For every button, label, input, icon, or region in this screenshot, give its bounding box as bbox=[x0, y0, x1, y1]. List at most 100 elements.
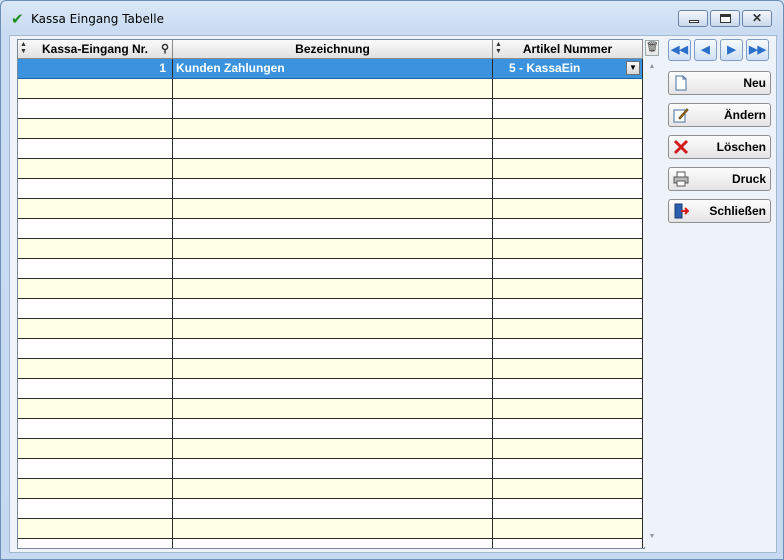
empty-cell[interactable] bbox=[493, 359, 643, 378]
dropdown-button[interactable]: ▼ bbox=[626, 61, 640, 75]
empty-cell[interactable] bbox=[173, 459, 493, 478]
empty-cell[interactable] bbox=[18, 319, 173, 338]
empty-cell[interactable] bbox=[173, 159, 493, 178]
table-row[interactable] bbox=[18, 239, 643, 259]
empty-cell[interactable] bbox=[18, 439, 173, 458]
empty-cell[interactable] bbox=[493, 79, 643, 98]
empty-cell[interactable] bbox=[493, 499, 643, 518]
empty-cell[interactable] bbox=[18, 99, 173, 118]
table-row[interactable] bbox=[18, 479, 643, 499]
empty-cell[interactable] bbox=[493, 419, 643, 438]
empty-cell[interactable] bbox=[173, 139, 493, 158]
empty-cell[interactable] bbox=[173, 539, 493, 548]
column-header-nr[interactable]: ▲ ▼ Kassa-Eingang Nr. ⚲ bbox=[18, 40, 173, 59]
minimize-button[interactable] bbox=[678, 10, 708, 27]
aendern-button[interactable]: Ändern bbox=[668, 103, 771, 127]
table-row[interactable] bbox=[18, 99, 643, 119]
column-header-artikel[interactable]: ▲ ▼ Artikel Nummer bbox=[493, 40, 643, 59]
loeschen-button[interactable]: Löschen bbox=[668, 135, 771, 159]
table-row[interactable]: 1 Kunden Zahlungen 5 - KassaEin ▼ bbox=[18, 59, 643, 79]
empty-cell[interactable] bbox=[493, 99, 643, 118]
table-row[interactable] bbox=[18, 439, 643, 459]
empty-cell[interactable] bbox=[18, 399, 173, 418]
table-row[interactable] bbox=[18, 179, 643, 199]
neu-button[interactable]: Neu bbox=[668, 71, 771, 95]
empty-cell[interactable] bbox=[18, 159, 173, 178]
empty-cell[interactable] bbox=[173, 99, 493, 118]
cell-nr[interactable]: 1 bbox=[18, 59, 173, 78]
title-bar[interactable]: ✔ Kassa Eingang Tabelle ✕ bbox=[1, 1, 783, 35]
table-row[interactable] bbox=[18, 159, 643, 179]
empty-cell[interactable] bbox=[493, 139, 643, 158]
empty-cell[interactable] bbox=[493, 439, 643, 458]
empty-cell[interactable] bbox=[18, 479, 173, 498]
empty-cell[interactable] bbox=[173, 499, 493, 518]
table-row[interactable] bbox=[18, 279, 643, 299]
empty-cell[interactable] bbox=[493, 399, 643, 418]
table-row[interactable] bbox=[18, 459, 643, 479]
empty-cell[interactable] bbox=[173, 519, 493, 538]
empty-cell[interactable] bbox=[173, 299, 493, 318]
empty-cell[interactable] bbox=[18, 519, 173, 538]
empty-cell[interactable] bbox=[493, 119, 643, 138]
table-row[interactable] bbox=[18, 119, 643, 139]
table-row[interactable] bbox=[18, 359, 643, 379]
table-row[interactable] bbox=[18, 259, 643, 279]
cell-artikel[interactable]: 5 - KassaEin ▼ bbox=[493, 59, 643, 78]
empty-cell[interactable] bbox=[493, 379, 643, 398]
empty-cell[interactable] bbox=[173, 339, 493, 358]
cell-bezeichnung[interactable]: Kunden Zahlungen bbox=[173, 59, 493, 78]
empty-cell[interactable] bbox=[493, 319, 643, 338]
scroll-down-arrow-icon[interactable]: ▼ bbox=[643, 533, 661, 540]
empty-cell[interactable] bbox=[18, 179, 173, 198]
empty-cell[interactable] bbox=[173, 379, 493, 398]
empty-cell[interactable] bbox=[173, 279, 493, 298]
empty-cell[interactable] bbox=[173, 439, 493, 458]
table-row[interactable] bbox=[18, 419, 643, 439]
empty-cell[interactable] bbox=[493, 479, 643, 498]
table-row[interactable] bbox=[18, 319, 643, 339]
first-record-button[interactable]: ◀◀ bbox=[668, 39, 691, 61]
empty-cell[interactable] bbox=[493, 179, 643, 198]
empty-cell[interactable] bbox=[493, 219, 643, 238]
table-row[interactable] bbox=[18, 539, 643, 548]
empty-cell[interactable] bbox=[18, 259, 173, 278]
empty-cell[interactable] bbox=[18, 139, 173, 158]
empty-cell[interactable] bbox=[173, 199, 493, 218]
empty-cell[interactable] bbox=[493, 159, 643, 178]
last-record-button[interactable]: ▶▶ bbox=[746, 39, 769, 61]
empty-cell[interactable] bbox=[173, 419, 493, 438]
empty-cell[interactable] bbox=[173, 239, 493, 258]
schliessen-button[interactable]: Schließen bbox=[668, 199, 771, 223]
table-row[interactable] bbox=[18, 219, 643, 239]
empty-cell[interactable] bbox=[18, 339, 173, 358]
maximize-button[interactable] bbox=[710, 10, 740, 27]
empty-cell[interactable] bbox=[18, 279, 173, 298]
empty-cell[interactable] bbox=[18, 419, 173, 438]
empty-cell[interactable] bbox=[493, 459, 643, 478]
scroll-up-arrow-icon[interactable]: ▲ bbox=[643, 63, 661, 70]
empty-cell[interactable] bbox=[493, 539, 643, 548]
druck-button[interactable]: Druck bbox=[668, 167, 771, 191]
table-row[interactable] bbox=[18, 399, 643, 419]
empty-cell[interactable] bbox=[18, 459, 173, 478]
empty-cell[interactable] bbox=[18, 499, 173, 518]
empty-cell[interactable] bbox=[493, 259, 643, 278]
empty-cell[interactable] bbox=[18, 359, 173, 378]
table-row[interactable] bbox=[18, 139, 643, 159]
empty-cell[interactable] bbox=[18, 219, 173, 238]
table-row[interactable] bbox=[18, 339, 643, 359]
empty-cell[interactable] bbox=[173, 479, 493, 498]
empty-cell[interactable] bbox=[18, 199, 173, 218]
empty-cell[interactable] bbox=[18, 379, 173, 398]
next-record-button[interactable]: ▶ bbox=[720, 39, 743, 61]
table-row[interactable] bbox=[18, 519, 643, 539]
vertical-scrollbar[interactable]: 🗑 ▲ ▼ bbox=[643, 39, 661, 547]
table-row[interactable] bbox=[18, 79, 643, 99]
empty-cell[interactable] bbox=[173, 219, 493, 238]
empty-cell[interactable] bbox=[493, 239, 643, 258]
trash-icon[interactable]: 🗑 bbox=[645, 40, 659, 56]
empty-cell[interactable] bbox=[18, 539, 173, 548]
empty-cell[interactable] bbox=[173, 119, 493, 138]
table-row[interactable] bbox=[18, 299, 643, 319]
